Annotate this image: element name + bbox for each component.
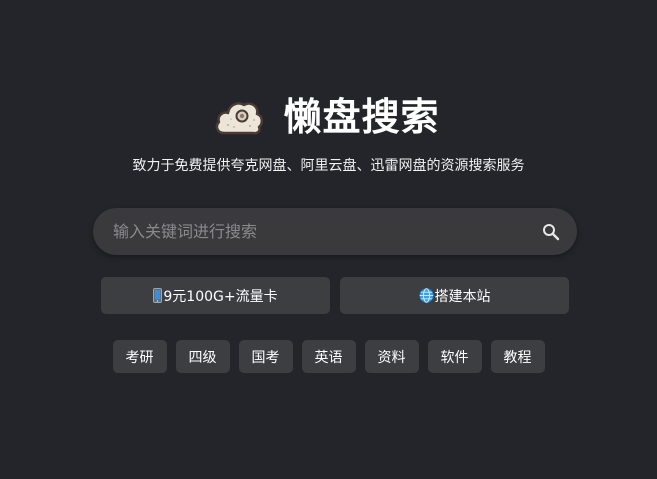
build-site-button[interactable]: 搭建本站	[340, 277, 569, 314]
globe-icon	[418, 288, 434, 303]
search-icon	[543, 224, 560, 241]
logo-row: 懒盘搜索	[0, 92, 657, 142]
tag-kaoyan[interactable]: 考研	[112, 340, 167, 373]
data-card-promo-label: 9元100G+流量卡	[163, 288, 278, 305]
mobile-phone-icon	[153, 288, 163, 303]
quick-tag-list: 考研 四级 国考 英语 资料 软件 教程	[0, 340, 657, 373]
page-subtitle: 致力于免费提供夸克网盘、阿里云盘、迅雷网盘的资源搜索服务	[132, 158, 525, 174]
tag-cet4[interactable]: 四级	[175, 340, 230, 373]
tag-tutorial[interactable]: 教程	[490, 340, 545, 373]
build-site-label: 搭建本站	[434, 288, 491, 305]
cloud-logo-icon	[216, 102, 264, 135]
page-title: 懒盘搜索	[283, 95, 440, 139]
tag-materials[interactable]: 资料	[364, 340, 419, 373]
search-button[interactable]	[539, 220, 563, 244]
search-input[interactable]	[113, 208, 513, 255]
search-bar	[93, 208, 577, 255]
tag-guokao[interactable]: 国考	[238, 340, 293, 373]
data-card-promo-button[interactable]: 9元100G+流量卡	[101, 277, 330, 314]
tag-english[interactable]: 英语	[301, 340, 356, 373]
page: 懒盘搜索 致力于免费提供夸克网盘、阿里云盘、迅雷网盘的资源搜索服务 9元100G…	[0, 0, 657, 479]
tag-software[interactable]: 软件	[427, 340, 482, 373]
